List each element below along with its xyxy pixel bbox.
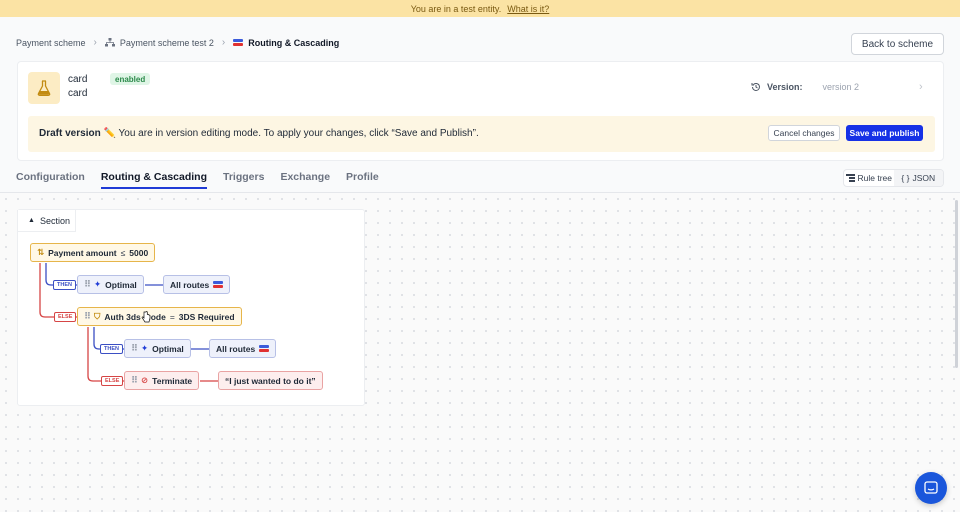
shield-icon: ⛉: [94, 311, 101, 321]
drag-handle-icon[interactable]: ⠿: [84, 311, 91, 322]
terminate-message-node[interactable]: “I just wanted to do it”: [218, 371, 323, 390]
optimal-node[interactable]: ⠿ ✦ Optimal: [124, 339, 191, 358]
operator: ≤: [120, 247, 126, 258]
terminate-node[interactable]: ⠿ ⊘ Terminate: [124, 371, 200, 390]
condition-node-auth-3ds[interactable]: ⠿ ⛉ Auth 3ds mode = 3DS Required: [77, 307, 242, 326]
chat-icon: [924, 481, 938, 494]
optimal-node[interactable]: ⠿ ✦ Optimal: [77, 275, 144, 294]
routing-flag-icon: [259, 345, 270, 352]
else-tag: ELSE: [101, 376, 124, 386]
drag-handle-icon[interactable]: ⠿: [131, 375, 138, 386]
sparkle-icon: ✦: [94, 279, 102, 289]
drag-handle-icon[interactable]: ⠿: [84, 279, 91, 290]
then-tag: THEN: [53, 280, 76, 290]
ban-icon: ⊘: [141, 375, 149, 385]
routing-flag-icon: [213, 281, 224, 288]
drag-handle-icon[interactable]: ⠿: [131, 343, 138, 354]
chat-support-button[interactable]: [915, 472, 947, 504]
sparkle-icon: ✦: [141, 343, 149, 353]
condition-node-payment-amount[interactable]: ⇅ Payment amount ≤ 5000: [30, 243, 156, 262]
operator: =: [169, 311, 175, 322]
hand-cursor-icon: [141, 311, 151, 323]
then-tag: THEN: [100, 344, 123, 354]
else-tag: ELSE: [54, 312, 77, 322]
sort-arrows-icon: ⇅: [37, 247, 45, 257]
all-routes-node[interactable]: All routes: [209, 339, 277, 358]
all-routes-node[interactable]: All routes: [163, 275, 231, 294]
